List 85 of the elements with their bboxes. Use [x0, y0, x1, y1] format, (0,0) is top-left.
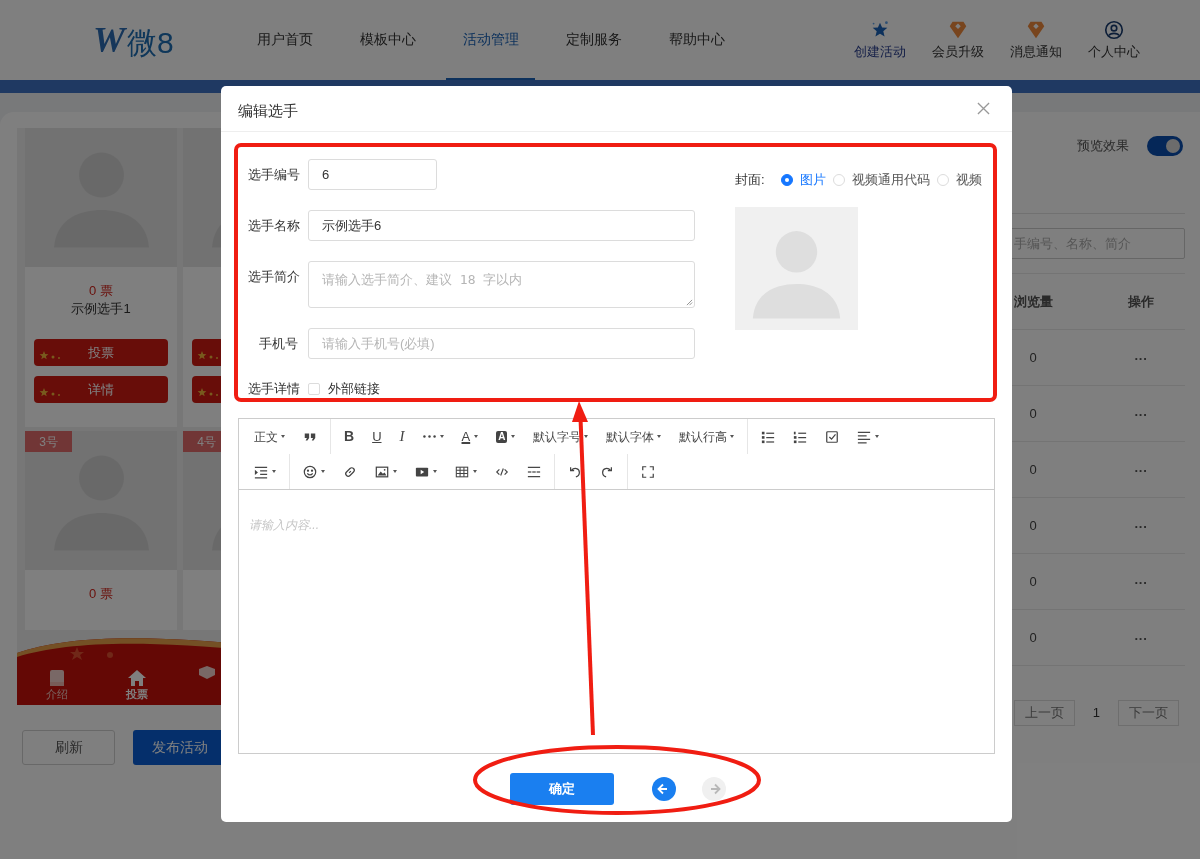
more-actions-button[interactable]: ···: [1134, 406, 1148, 422]
preview-tab[interactable]: 介绍: [46, 688, 68, 701]
table-cell-text: 0: [1028, 460, 1038, 479]
undo-icon: [568, 464, 582, 479]
header-action-link[interactable]: 个人中心: [1088, 41, 1140, 62]
table-icon: [455, 464, 469, 479]
dialog-title: 编辑选手: [238, 101, 298, 122]
cover-label: 封面:: [735, 171, 765, 189]
preview-toggle[interactable]: [1147, 136, 1183, 156]
divider-icon: [527, 464, 541, 479]
toolbar-button[interactable]: U: [363, 423, 391, 450]
column-header: 浏览量: [1012, 292, 1054, 311]
table-cell-text: 0: [1028, 572, 1038, 591]
table-cell-text: 0: [1028, 516, 1038, 535]
more-actions-button[interactable]: ···: [1134, 350, 1148, 366]
nav-tab[interactable]: 模板中心: [343, 0, 432, 80]
book-icon: [47, 668, 67, 688]
align-icon: [857, 429, 872, 444]
toolbar-button[interactable]: I: [390, 423, 414, 450]
bulleted-list-icon: [761, 429, 776, 444]
vote-count: 0 票: [89, 585, 113, 603]
logo-text: 微8: [127, 28, 174, 58]
nav-tab[interactable]: 定制服务: [549, 0, 638, 80]
nav-tab[interactable]: 帮助中心: [652, 0, 741, 80]
contestant-name: 示例选手1: [71, 300, 131, 317]
field-label: 选手名称: [248, 217, 301, 235]
header-action-link[interactable]: 消息通知: [1010, 41, 1062, 62]
caret-icon: [730, 435, 735, 438]
preview-tab[interactable]: 投票: [126, 688, 148, 701]
more-actions-button[interactable]: ···: [1134, 462, 1148, 478]
toolbar-button[interactable]: A: [487, 423, 525, 450]
table-cell-text: 0: [1028, 348, 1038, 367]
toggle-label: 预览效果: [1077, 137, 1129, 156]
indent-icon: [254, 464, 268, 479]
close-icon[interactable]: [977, 102, 990, 115]
header-action-link[interactable]: 创建活动: [854, 41, 906, 62]
confirm-button[interactable]: 确定: [509, 773, 614, 805]
more-icon: [422, 435, 436, 438]
input-field[interactable]: 请输入选手简介、建议 18 字以内: [308, 261, 695, 308]
input-field[interactable]: 示例选手6: [308, 210, 695, 241]
checkbox[interactable]: [308, 382, 320, 395]
toolbar-dropdown[interactable]: 默认行高: [670, 423, 744, 450]
caret-icon: [657, 435, 662, 438]
resize-handle-icon[interactable]: [686, 299, 693, 306]
refresh-button[interactable]: 刷新: [22, 730, 115, 765]
more-actions-button[interactable]: ···: [1134, 574, 1148, 590]
field-label: 选手简介: [248, 268, 301, 286]
checkbox-label: 外部链接: [328, 380, 380, 398]
checklist-icon: [825, 429, 840, 444]
redo-icon: [600, 464, 614, 479]
number-badge: 3号: [25, 431, 72, 452]
field-label: 选手详情: [248, 380, 301, 398]
more-actions-button[interactable]: ···: [1134, 518, 1148, 534]
toolbar-button[interactable]: B: [335, 423, 364, 450]
radio-label[interactable]: 图片: [799, 170, 826, 190]
nav-tab[interactable]: 用户首页: [240, 0, 329, 80]
more-actions-button[interactable]: ···: [1134, 630, 1148, 646]
previous-arrow-button[interactable]: [651, 777, 676, 801]
table-cell-text: 0: [1028, 628, 1038, 647]
toolbar-dropdown[interactable]: 默认字体: [597, 423, 671, 450]
home-icon: [127, 668, 147, 688]
toolbar-button[interactable]: A: [452, 423, 488, 450]
input-field[interactable]: 6: [308, 159, 437, 190]
page-number[interactable]: 1: [1092, 703, 1100, 723]
table-cell-text: 0: [1028, 404, 1038, 423]
radio-label[interactable]: 视频: [955, 170, 982, 190]
field-label: 选手编号: [248, 166, 301, 184]
image-icon: [375, 464, 389, 479]
numbered-list-icon: [793, 429, 808, 444]
field-label: 手机号: [258, 335, 299, 353]
fullscreen-icon: [641, 464, 655, 479]
caret-icon: [584, 435, 589, 438]
header-action-link[interactable]: 会员升级: [932, 41, 984, 62]
link-icon: [343, 464, 357, 479]
vote-count: 0 票: [89, 282, 113, 299]
radio-label[interactable]: 视频通用代码: [851, 170, 930, 190]
caret-icon: [281, 435, 285, 438]
toolbar-dropdown[interactable]: 正文: [245, 423, 294, 450]
input-field[interactable]: 请输入手机号(必填): [308, 328, 695, 359]
column-header: 操作: [1127, 292, 1155, 311]
vote-button[interactable]: 投票: [34, 339, 168, 366]
details-button[interactable]: 详情: [34, 376, 168, 403]
radio-button[interactable]: [780, 173, 793, 186]
emoji-icon: [303, 464, 317, 479]
user-circle-icon[interactable]: [1103, 18, 1125, 41]
